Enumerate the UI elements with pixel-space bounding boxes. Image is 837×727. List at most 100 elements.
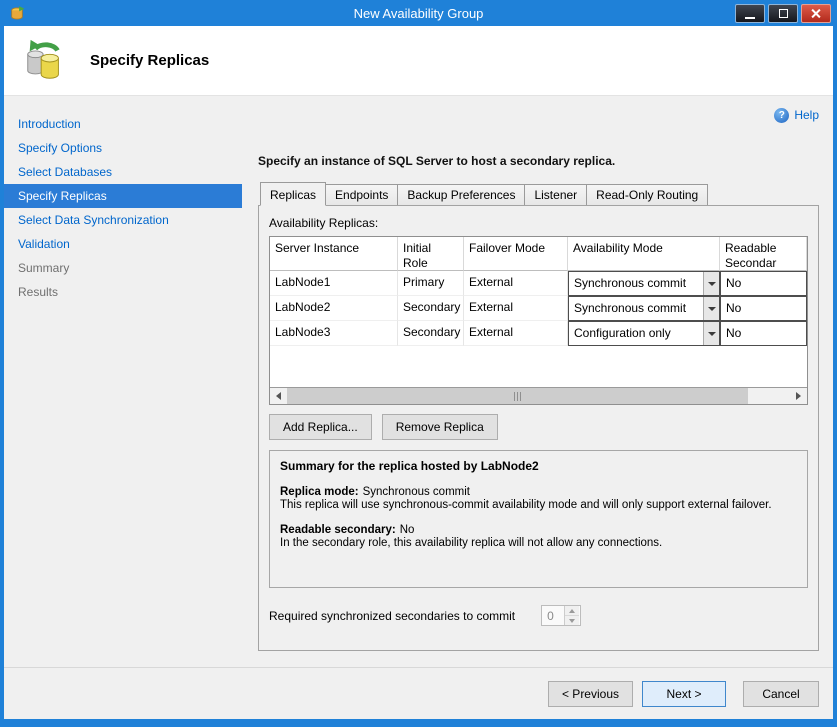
wizard-footer: < Previous Next > Cancel: [4, 667, 833, 719]
server-instance-cell: LabNode3: [270, 321, 398, 346]
minimize-button[interactable]: [735, 4, 765, 23]
initial-role-cell: Secondary: [398, 321, 464, 346]
column-header-availability-mode[interactable]: Availability Mode: [568, 237, 720, 271]
window-title: New Availability Group: [4, 6, 833, 21]
scrollbar-track[interactable]: [287, 388, 790, 404]
scrollbar-grip-icon: [514, 392, 522, 401]
grid-actions: Add Replica... Remove Replica: [269, 414, 808, 440]
replica-mode-value: Synchronous commit: [363, 486, 470, 498]
availability-group-icon: [22, 38, 68, 84]
scroll-left-button[interactable]: [270, 388, 287, 404]
scroll-right-button[interactable]: [790, 388, 807, 404]
tab-replicas[interactable]: Replicas: [260, 182, 326, 206]
failover-mode-cell: External: [464, 321, 568, 346]
table-row[interactable]: LabNode2 Secondary External Synchronous …: [270, 296, 807, 321]
close-button[interactable]: [801, 4, 831, 23]
tab-read-only-routing[interactable]: Read-Only Routing: [586, 184, 708, 205]
readable-secondary-value: No: [721, 297, 806, 320]
availability-mode-value: Configuration only: [569, 322, 703, 345]
sidebar-item-introduction[interactable]: Introduction: [4, 112, 242, 136]
column-header-server-instance[interactable]: Server Instance: [270, 237, 398, 271]
table-row[interactable]: LabNode1 Primary External Synchronous co…: [270, 271, 807, 296]
readable-secondary-cell[interactable]: No: [720, 296, 807, 321]
sidebar-item-select-data-synchronization[interactable]: Select Data Synchronization: [4, 208, 242, 232]
sidebar-item-specify-options[interactable]: Specify Options: [4, 136, 242, 160]
initial-role-cell: Primary: [398, 271, 464, 296]
titlebar[interactable]: New Availability Group: [4, 0, 833, 26]
help-link[interactable]: Help: [774, 106, 819, 124]
horizontal-scrollbar[interactable]: [270, 387, 807, 404]
tab-strip: Replicas Endpoints Backup Preferences Li…: [258, 182, 819, 205]
replica-mode-label: Replica mode:: [280, 486, 359, 498]
required-secondaries-spinner: [541, 605, 581, 626]
replica-mode-row: Replica mode: Synchronous commit: [280, 486, 797, 498]
column-header-failover-mode[interactable]: Failover Mode: [464, 237, 568, 271]
readable-secondary-label: Readable secondary:: [280, 524, 396, 536]
readable-secondary-value: No: [721, 272, 806, 295]
next-button[interactable]: Next >: [642, 681, 726, 707]
availability-replicas-label: Availability Replicas:: [269, 216, 808, 230]
minimize-icon: [745, 17, 755, 19]
tab-backup-preferences[interactable]: Backup Preferences: [397, 184, 525, 205]
sidebar-item-results: Results: [4, 280, 242, 304]
step-content: Help Specify an instance of SQL Server t…: [242, 96, 833, 667]
replica-mode-description: This replica will use synchronous-commit…: [280, 499, 797, 511]
wizard-main: Introduction Specify Options Select Data…: [4, 96, 833, 667]
sidebar-item-summary: Summary: [4, 256, 242, 280]
readable-secondary-cell[interactable]: No: [720, 321, 807, 346]
chevron-down-icon: [703, 322, 719, 345]
availability-mode-dropdown[interactable]: Synchronous commit: [568, 296, 720, 321]
wizard-header: Specify Replicas: [4, 26, 833, 96]
sidebar-item-validation[interactable]: Validation: [4, 232, 242, 256]
readable-secondary-row: Readable secondary: No: [280, 524, 797, 536]
server-instance-cell: LabNode2: [270, 296, 398, 321]
close-icon: [811, 8, 821, 18]
cancel-button[interactable]: Cancel: [743, 681, 819, 707]
replica-summary-panel: Summary for the replica hosted by LabNod…: [269, 450, 808, 588]
availability-replicas-grid: Server Instance Initial Role Failover Mo…: [269, 236, 808, 405]
column-header-readable-secondary[interactable]: Readable Secondar: [720, 237, 807, 271]
failover-mode-cell: External: [464, 296, 568, 321]
sidebar-item-select-databases[interactable]: Select Databases: [4, 160, 242, 184]
window-icon: [8, 5, 26, 22]
sidebar-item-specify-replicas[interactable]: Specify Replicas: [4, 184, 242, 208]
required-secondaries-row: Required synchronized secondaries to com…: [269, 605, 808, 626]
availability-mode-value: Synchronous commit: [569, 272, 703, 295]
remove-replica-button[interactable]: Remove Replica: [382, 414, 498, 440]
previous-button[interactable]: < Previous: [548, 681, 633, 707]
readable-secondary-cell[interactable]: No: [720, 271, 807, 296]
readable-secondary-value: No: [721, 322, 806, 345]
summary-title: Summary for the replica hosted by LabNod…: [280, 459, 797, 473]
add-replica-button[interactable]: Add Replica...: [269, 414, 372, 440]
availability-mode-dropdown[interactable]: Configuration only: [568, 321, 720, 346]
availability-mode-dropdown[interactable]: Synchronous commit: [568, 271, 720, 296]
maximize-icon: [779, 9, 788, 18]
replicas-tab-panel: Availability Replicas: Server Instance I…: [258, 205, 819, 651]
tab-listener[interactable]: Listener: [524, 184, 587, 205]
window-controls: [735, 4, 833, 23]
column-header-initial-role[interactable]: Initial Role: [398, 237, 464, 271]
table-header: Server Instance Initial Role Failover Mo…: [270, 237, 807, 271]
readable-secondary-summary-value: No: [400, 524, 415, 536]
tab-endpoints[interactable]: Endpoints: [325, 184, 398, 205]
maximize-button[interactable]: [768, 4, 798, 23]
help-row: Help: [258, 106, 819, 124]
instruction-text: Specify an instance of SQL Server to hos…: [258, 154, 819, 168]
help-icon: [774, 108, 789, 123]
help-label: Help: [794, 108, 819, 122]
new-availability-group-window: New Availability Group Specify Replicas …: [0, 0, 837, 727]
availability-mode-value: Synchronous commit: [569, 297, 703, 320]
spin-down-button: [565, 616, 579, 625]
chevron-down-icon: [703, 272, 719, 295]
spin-down-icon: [569, 619, 575, 623]
grid-viewport: Server Instance Initial Role Failover Mo…: [270, 237, 807, 387]
spin-up-button: [565, 606, 579, 616]
page-title: Specify Replicas: [90, 52, 209, 69]
table-row[interactable]: LabNode3 Secondary External Configuratio…: [270, 321, 807, 346]
scrollbar-thumb[interactable]: [287, 388, 748, 404]
spinner-buttons: [564, 606, 579, 625]
server-instance-cell: LabNode1: [270, 271, 398, 296]
required-secondaries-input: [542, 606, 564, 625]
wizard-body: Specify Replicas Introduction Specify Op…: [4, 26, 833, 719]
readable-secondary-description: In the secondary role, this availability…: [280, 537, 797, 549]
